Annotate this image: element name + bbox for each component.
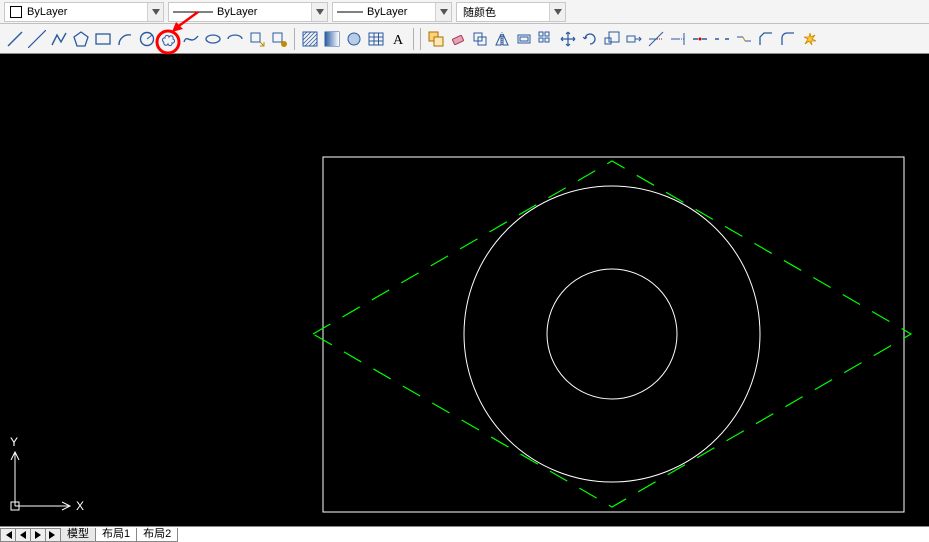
tab-last-button[interactable]: [45, 528, 61, 542]
spline-tool[interactable]: [180, 28, 202, 50]
layer-label: ByLayer: [27, 6, 87, 18]
drawing-circle-outer: [464, 186, 760, 482]
xline-tool[interactable]: [26, 28, 48, 50]
draw-order-tool[interactable]: [425, 28, 447, 50]
plotstyle-label: 随颜色: [457, 4, 517, 20]
svg-text:A: A: [393, 33, 404, 48]
chevron-down-icon[interactable]: [311, 3, 327, 21]
lineweight-swatch-icon: [337, 5, 363, 19]
hatch-tool[interactable]: [299, 28, 321, 50]
move-tool[interactable]: [557, 28, 579, 50]
layout-tab-bar: 模型 布局1 布局2: [0, 526, 929, 542]
break-tool[interactable]: [711, 28, 733, 50]
ucs-x-label: X: [76, 499, 84, 513]
line-tool[interactable]: [4, 28, 26, 50]
stretch-tool[interactable]: [623, 28, 645, 50]
linetype-label: ByLayer: [217, 6, 277, 18]
polygon-tool[interactable]: [70, 28, 92, 50]
chevron-down-icon[interactable]: [435, 3, 451, 21]
drawing-circle-inner: [547, 269, 677, 399]
table-tool[interactable]: [365, 28, 387, 50]
copy-tool[interactable]: [469, 28, 491, 50]
tab-next-button[interactable]: [30, 528, 46, 542]
erase-tool[interactable]: [447, 28, 469, 50]
gradient-tool[interactable]: [321, 28, 343, 50]
arc-tool[interactable]: [114, 28, 136, 50]
mirror-tool[interactable]: [491, 28, 513, 50]
make-block-tool[interactable]: [268, 28, 290, 50]
linetype-swatch-icon: [173, 5, 213, 19]
region-tool[interactable]: [343, 28, 365, 50]
square-icon: [9, 5, 23, 19]
chevron-down-icon[interactable]: [147, 3, 163, 21]
tab-first-button[interactable]: [0, 528, 16, 542]
lineweight-label: ByLayer: [367, 6, 427, 18]
rotate-tool[interactable]: [579, 28, 601, 50]
rectangle-tool[interactable]: [92, 28, 114, 50]
ellipse-arc-tool[interactable]: [224, 28, 246, 50]
join-tool[interactable]: [733, 28, 755, 50]
chevron-down-icon[interactable]: [549, 3, 565, 21]
polyline-tool[interactable]: [48, 28, 70, 50]
chamfer-tool[interactable]: [755, 28, 777, 50]
tab-model[interactable]: 模型: [60, 528, 96, 542]
revision-cloud-tool[interactable]: [158, 28, 180, 50]
toolbar-separator: [413, 28, 414, 50]
insert-block-tool[interactable]: [246, 28, 268, 50]
tab-layout2[interactable]: 布局2: [136, 528, 178, 542]
drawing-diamond: [313, 161, 911, 507]
array-tool[interactable]: [535, 28, 557, 50]
tab-prev-button[interactable]: [15, 528, 31, 542]
ellipse-tool[interactable]: [202, 28, 224, 50]
properties-bar: ByLayer ByLayer ByLayer 随颜色: [0, 0, 929, 24]
scale-tool[interactable]: [601, 28, 623, 50]
lineweight-dropdown[interactable]: ByLayer: [332, 2, 452, 22]
plotstyle-dropdown[interactable]: 随颜色: [456, 2, 566, 22]
layout-tabs: 模型 布局1 布局2: [60, 528, 177, 542]
toolbars: A: [0, 24, 929, 54]
trim-tool[interactable]: [645, 28, 667, 50]
toolbar-separator: [420, 28, 421, 50]
offset-tool[interactable]: [513, 28, 535, 50]
text-tool[interactable]: A: [387, 28, 409, 50]
fillet-tool[interactable]: [777, 28, 799, 50]
drawing-rectangle: [323, 157, 904, 512]
ucs-y-label: Y: [10, 435, 18, 449]
ucs-icon: [11, 452, 70, 510]
circle-tool[interactable]: [136, 28, 158, 50]
break-at-tool[interactable]: [689, 28, 711, 50]
linetype-dropdown[interactable]: ByLayer: [168, 2, 328, 22]
layer-dropdown[interactable]: ByLayer: [4, 2, 164, 22]
toolbar-separator: [294, 28, 295, 50]
explode-tool[interactable]: [799, 28, 821, 50]
extend-tool[interactable]: [667, 28, 689, 50]
tab-layout1[interactable]: 布局1: [95, 528, 137, 542]
drawing-canvas[interactable]: X Y: [0, 54, 929, 528]
